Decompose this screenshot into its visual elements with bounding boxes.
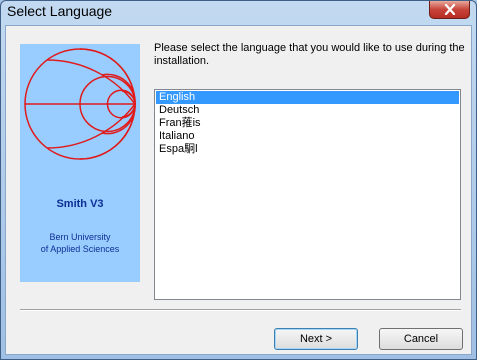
list-item-deutsch[interactable]: Deutsch [156,104,459,117]
button-divider [20,309,461,311]
language-list[interactable]: English Deutsch Fran蓷is Italiano Espa駉l [154,89,461,300]
close-button[interactable] [429,1,470,19]
instruction-text: Please select the language that you woul… [154,42,465,67]
list-item-italiano[interactable]: Italiano [156,130,459,143]
close-icon [444,4,455,15]
smith-chart-logo [24,48,136,160]
product-name: Smith V3 [56,198,104,210]
title-bar[interactable]: Select Language [1,1,476,25]
dialog-body: Smith V3 Bern University of Applied Scie… [5,25,472,355]
organization-line-1: Bern University [49,232,111,242]
cancel-button[interactable]: Cancel [379,328,463,350]
organization-name: Bern University of Applied Sciences [20,231,140,255]
organization-line-2: of Applied Sciences [40,244,120,254]
list-item-english[interactable]: English [156,91,459,104]
window-title: Select Language [7,3,113,19]
list-item-espanol[interactable]: Espa駉l [156,143,459,156]
installer-window: Select Language Smith V3 Bern University… [0,0,477,360]
next-button[interactable]: Next > [274,328,358,350]
list-item-francais[interactable]: Fran蓷is [156,117,459,130]
installer-banner: Smith V3 Bern University of Applied Scie… [20,44,140,282]
